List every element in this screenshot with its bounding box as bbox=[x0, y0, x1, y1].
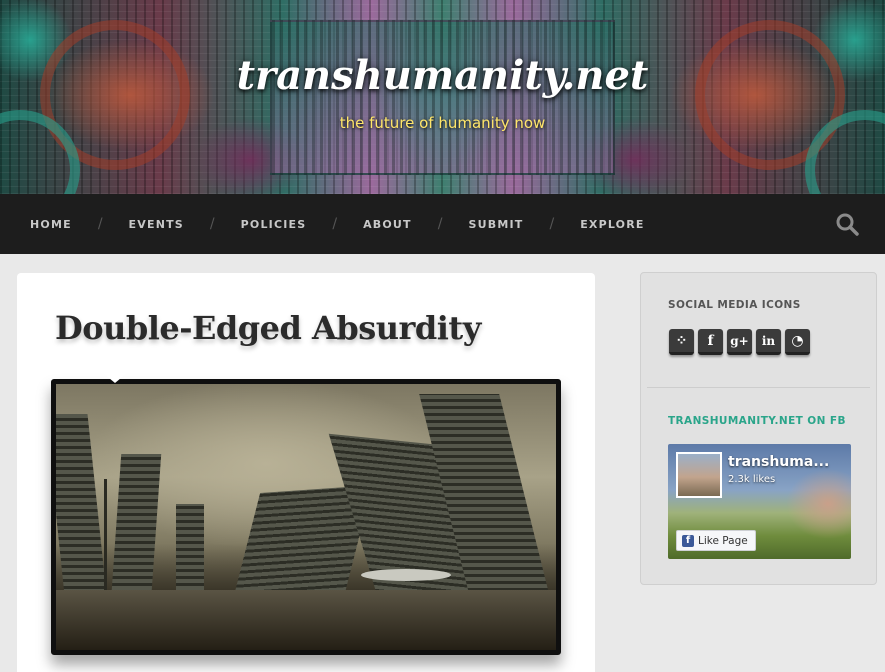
fb-like-page-label: Like Page bbox=[698, 534, 748, 547]
fb-like-page-button[interactable]: f Like Page bbox=[676, 530, 756, 551]
fb-like-count: 2.3k likes bbox=[728, 474, 776, 485]
site-title[interactable]: transhumanity.net bbox=[0, 52, 885, 99]
fb-page-avatar[interactable] bbox=[676, 452, 722, 498]
search-icon[interactable] bbox=[835, 212, 859, 236]
nav-item-explore[interactable]: EXPLORE bbox=[580, 218, 644, 231]
nav-item-submit[interactable]: SUBMIT bbox=[468, 218, 523, 231]
social-icons-row: ⁘ f g+ in ◔ bbox=[669, 329, 810, 355]
nav-separator: / bbox=[97, 216, 103, 232]
social-widget-title: SOCIAL MEDIA ICONS bbox=[668, 299, 801, 311]
google-plus-icon[interactable]: g+ bbox=[727, 329, 752, 355]
sidebar: SOCIAL MEDIA ICONS ⁘ f g+ in ◔ TRANSHUMA… bbox=[640, 272, 877, 585]
rss-icon[interactable]: ◔ bbox=[785, 329, 810, 355]
post-card: Double-Edged Absurdity bbox=[17, 273, 595, 672]
image-pointer bbox=[103, 373, 127, 383]
header-banner: transhumanity.net the future of humanity… bbox=[0, 0, 885, 194]
fb-widget-title[interactable]: TRANSHUMANITY.NET ON FB bbox=[668, 415, 846, 427]
featured-image[interactable] bbox=[51, 379, 561, 655]
ruin-building bbox=[56, 414, 109, 614]
nav-item-policies[interactable]: POLICIES bbox=[241, 218, 307, 231]
crashed-ship bbox=[361, 569, 451, 581]
facebook-icon: f bbox=[682, 534, 694, 547]
ruin-building bbox=[110, 454, 162, 604]
nav-separator: / bbox=[209, 216, 215, 232]
fb-page-name[interactable]: transhuma... bbox=[728, 454, 829, 470]
facebook-page-widget[interactable]: transhuma... 2.3k likes f Like Page bbox=[668, 444, 851, 559]
nav-item-events[interactable]: EVENTS bbox=[129, 218, 184, 231]
nav-item-about[interactable]: ABOUT bbox=[363, 218, 412, 231]
widget-divider bbox=[647, 387, 870, 388]
ground bbox=[56, 590, 556, 650]
nav-item-home[interactable]: HOME bbox=[30, 218, 72, 231]
twitter-icon[interactable]: ⁘ bbox=[669, 329, 694, 355]
facebook-icon[interactable]: f bbox=[698, 329, 723, 355]
post-title[interactable]: Double-Edged Absurdity bbox=[55, 309, 481, 347]
nav-list: HOME / EVENTS / POLICIES / ABOUT / SUBMI… bbox=[0, 216, 645, 232]
nav-separator: / bbox=[332, 216, 338, 232]
nav-separator: / bbox=[437, 216, 443, 232]
site-tagline: the future of humanity now bbox=[339, 114, 546, 132]
nav-separator: / bbox=[549, 216, 555, 232]
ruin-building bbox=[176, 504, 204, 604]
linkedin-icon[interactable]: in bbox=[756, 329, 781, 355]
main-navigation: HOME / EVENTS / POLICIES / ABOUT / SUBMI… bbox=[0, 194, 885, 254]
